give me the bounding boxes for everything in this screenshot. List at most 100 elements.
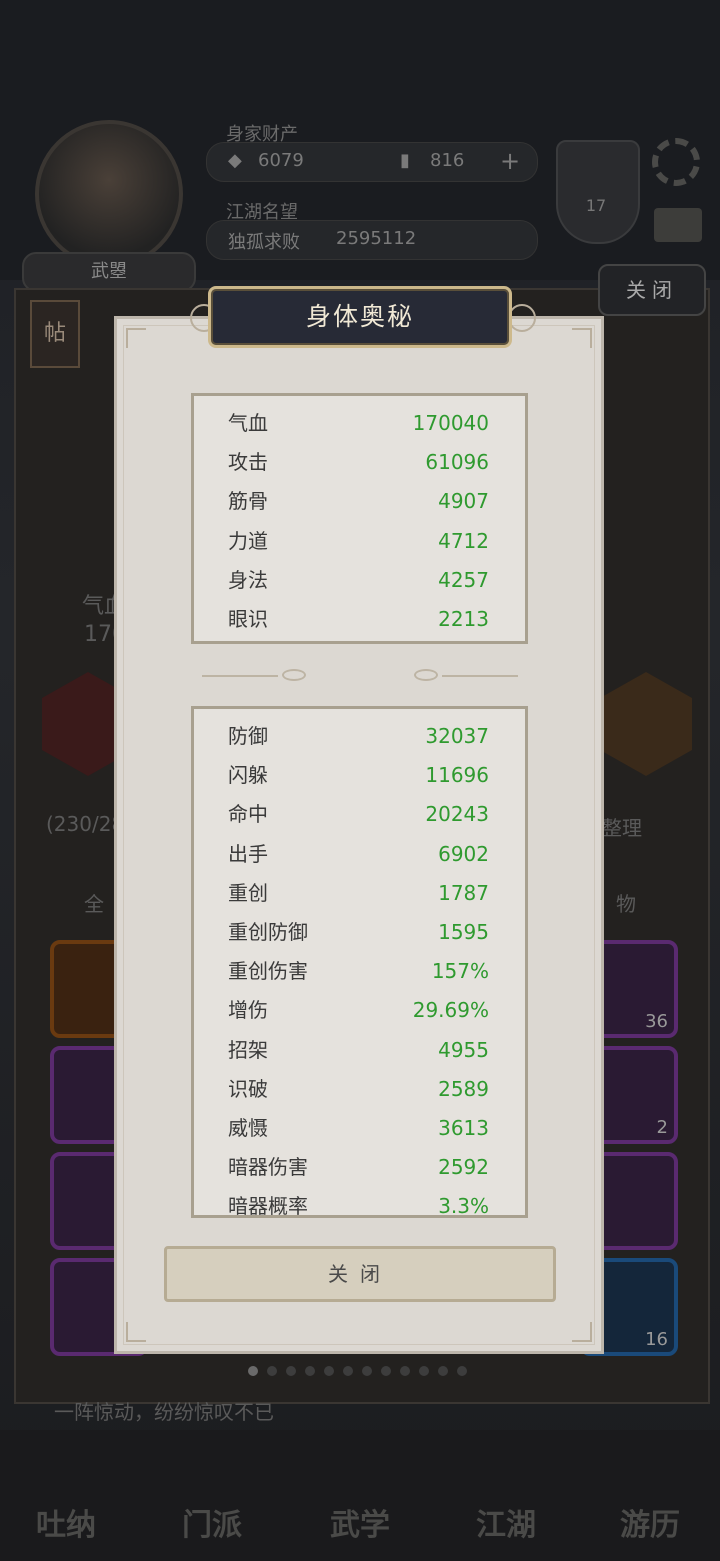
stat-label: 闪躲 xyxy=(228,763,268,788)
page-dot[interactable] xyxy=(343,1366,353,1376)
page-dot[interactable] xyxy=(324,1366,334,1376)
item-count: 16 xyxy=(645,1329,668,1350)
page-dot[interactable] xyxy=(400,1366,410,1376)
nav-wuxue[interactable]: 武学 xyxy=(330,1500,390,1544)
stat-value: 32037 xyxy=(425,724,489,748)
corner-ornament xyxy=(572,1322,592,1342)
stat-row: 增伤 29.69% xyxy=(194,991,525,1030)
stat-label: 筋骨 xyxy=(228,489,268,514)
stat-value: 4712 xyxy=(438,528,489,553)
stat-row: 筋骨 4907 xyxy=(194,482,525,521)
corner-ornament xyxy=(572,328,592,348)
item-count: 36 xyxy=(645,1011,668,1032)
stat-row: 重创防御 1595 xyxy=(194,913,525,952)
avatar[interactable] xyxy=(35,120,183,268)
stat-row: 攻击 61096 xyxy=(194,443,525,482)
stat-row: 重创伤害 157% xyxy=(194,952,525,991)
stat-value: 2213 xyxy=(438,606,489,631)
corner-ornament xyxy=(126,328,146,348)
stat-label: 力道 xyxy=(228,528,268,553)
reputation-value: 2595112 xyxy=(336,228,417,249)
panel-close-button[interactable]: 关闭 xyxy=(598,264,706,316)
dialog-title: 身体奥秘 xyxy=(305,302,414,331)
stat-label: 招架 xyxy=(228,1037,268,1062)
stat-label: 出手 xyxy=(228,841,268,866)
stat-label: 暗器伤害 xyxy=(228,1155,308,1180)
event-log-text: 一阵惊动，纷纷惊叹不已 xyxy=(54,1400,274,1424)
primary-stats-panel: 气血 170040 攻击 61096 筋骨 4907 力道 4712 身法 4257 眼识… xyxy=(191,393,528,644)
corner-ornament xyxy=(126,1322,146,1342)
page-dot[interactable] xyxy=(267,1366,277,1376)
nav-tuna[interactable]: 吐纳 xyxy=(36,1500,96,1544)
filter-all-tab[interactable]: 全 xyxy=(84,888,104,917)
stat-row: 闪躲 11696 xyxy=(194,756,525,795)
stat-value: 170040 xyxy=(412,411,489,435)
stat-value: 6902 xyxy=(438,841,489,866)
stat-label: 防御 xyxy=(228,724,268,748)
stat-value: 11696 xyxy=(425,763,489,788)
page-dot[interactable] xyxy=(419,1366,429,1376)
gear-icon[interactable] xyxy=(652,138,700,186)
stat-row: 威慑 3613 xyxy=(194,1109,525,1148)
close-button[interactable]: 关闭 xyxy=(164,1246,556,1302)
stat-row: 出手 6902 xyxy=(194,835,525,874)
stat-row: 防御 32037 xyxy=(194,717,525,756)
divider-line xyxy=(202,675,278,677)
stat-row: 重创 1787 xyxy=(194,874,525,913)
invitation-tag[interactable]: 帖 xyxy=(30,300,80,368)
nav-youli[interactable]: 游历 xyxy=(620,1500,680,1544)
stat-row: 命中 20243 xyxy=(194,795,525,834)
page-dot[interactable] xyxy=(286,1366,296,1376)
wealth-bar xyxy=(206,142,538,182)
stat-label: 眼识 xyxy=(228,606,268,631)
stat-row: 眼识 2213 xyxy=(194,600,525,639)
level-badge[interactable] xyxy=(556,140,640,244)
sort-button[interactable]: 整理 xyxy=(602,812,642,841)
stat-label: 识破 xyxy=(228,1076,268,1101)
item-count: 2 xyxy=(656,1117,668,1138)
filter-item-tab[interactable]: 物 xyxy=(616,888,636,917)
stat-value: 20243 xyxy=(425,802,489,827)
page-dot[interactable] xyxy=(305,1366,315,1376)
dialog-title-plate: 身体奥秘 xyxy=(208,286,512,348)
gold-icon: ◆ xyxy=(228,150,242,171)
stat-label: 重创防御 xyxy=(228,919,308,944)
page-dot[interactable] xyxy=(248,1366,258,1376)
stat-row: 身法 4257 xyxy=(194,561,525,600)
nav-jianghu[interactable]: 江湖 xyxy=(476,1500,536,1544)
page-dot[interactable] xyxy=(438,1366,448,1376)
page-indicator xyxy=(248,1361,476,1380)
stat-value: 157% xyxy=(431,959,489,984)
avatar-name: 武曌 xyxy=(22,252,196,292)
stat-label: 气血 xyxy=(228,411,268,435)
level-number: 17 xyxy=(585,196,607,215)
page-dot[interactable] xyxy=(362,1366,372,1376)
page-dot[interactable] xyxy=(457,1366,467,1376)
stat-value: 1595 xyxy=(438,919,489,944)
divider-ornament xyxy=(282,669,306,681)
stat-label: 增伤 xyxy=(228,998,268,1023)
stat-value: 29.69% xyxy=(412,998,489,1023)
mail-icon[interactable] xyxy=(654,208,702,242)
stat-row: 气血 170040 xyxy=(194,404,525,443)
rank-title: 独孤求败 xyxy=(228,232,300,253)
stat-value: 61096 xyxy=(425,450,489,475)
stat-row: 暗器概率 3.3% xyxy=(194,1187,525,1215)
jade-icon: ▮ xyxy=(400,150,410,171)
divider-ornament xyxy=(414,669,438,681)
page-dot[interactable] xyxy=(381,1366,391,1376)
secondary-stats-scroll[interactable]: 防御 32037 闪躲 11696 命中 20243 出手 6902 重创 1787 重创… xyxy=(191,706,528,1218)
stat-label: 威慑 xyxy=(228,1115,268,1140)
stat-value: 2589 xyxy=(438,1076,489,1101)
stat-label: 命中 xyxy=(228,802,268,827)
stat-value: 3613 xyxy=(438,1115,489,1140)
add-currency-button[interactable]: + xyxy=(500,147,520,175)
stat-row: 识破 2589 xyxy=(194,1070,525,1109)
bag-capacity: (230/28 xyxy=(46,812,125,836)
stat-value: 4257 xyxy=(438,567,489,592)
stat-value: 4955 xyxy=(438,1037,489,1062)
title-ornament-right xyxy=(508,304,536,332)
stat-value: 1787 xyxy=(438,880,489,905)
nav-menpai[interactable]: 门派 xyxy=(182,1500,242,1544)
gold-value: 6079 xyxy=(258,150,304,171)
